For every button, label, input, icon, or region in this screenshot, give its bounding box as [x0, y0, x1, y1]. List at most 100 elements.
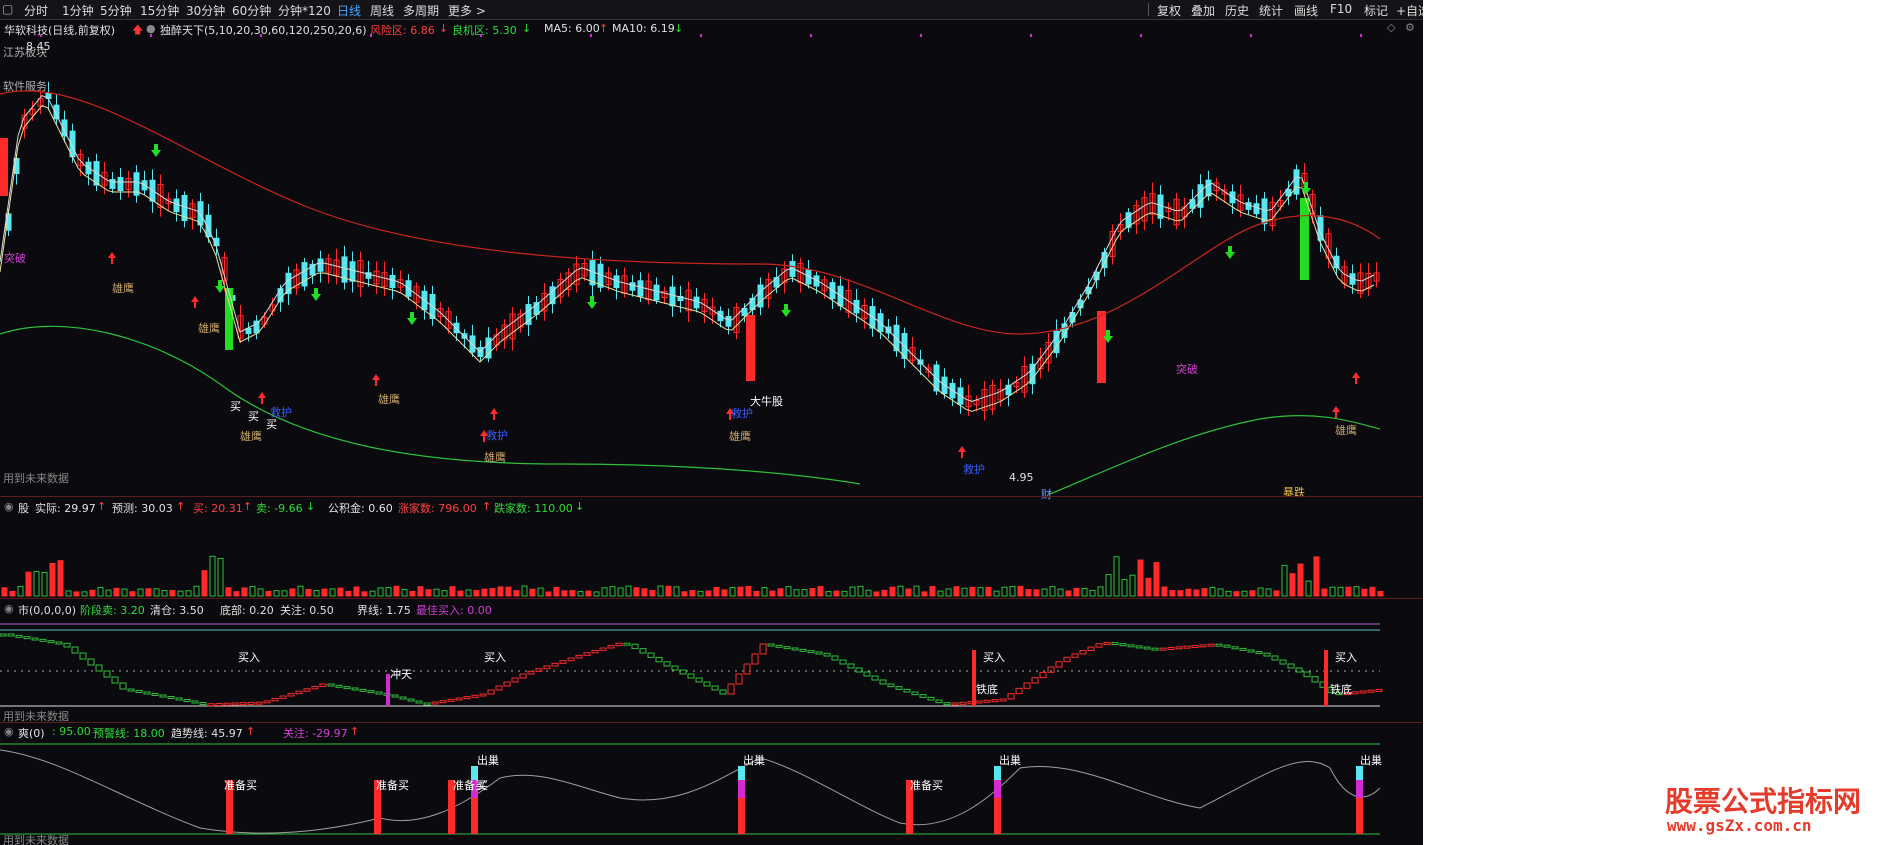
history-button[interactable]: 历史: [1225, 2, 1249, 19]
panel-toggle-icon[interactable]: ◉: [4, 725, 14, 738]
tab-60min[interactable]: 60分钟: [232, 2, 271, 19]
volume-bar: [177, 590, 184, 597]
volume-bar: [889, 586, 896, 597]
overlay-button[interactable]: 叠加: [1191, 2, 1215, 19]
step-box: [351, 687, 359, 691]
buy-in-label: 买入: [1335, 651, 1357, 664]
volume-bar: [545, 591, 552, 597]
volume-bar: [929, 586, 936, 597]
step-box: [727, 683, 735, 695]
tab-15min[interactable]: 15分钟: [140, 2, 179, 19]
signal-bar: [746, 315, 755, 381]
volume-bar: [201, 570, 208, 597]
tab-daily[interactable]: 日线: [337, 2, 361, 19]
volume-bar: [1001, 586, 1008, 597]
candle-body: [317, 258, 324, 272]
panel-toggle-icon[interactable]: ◉: [4, 500, 14, 513]
up-arrow-icon: [258, 392, 266, 404]
settings-gear-icon[interactable]: ⚙: [1405, 21, 1415, 34]
candle-body: [1205, 179, 1212, 197]
attention-arrow: ↑: [350, 725, 360, 738]
up-arrow-icon: [1332, 406, 1340, 418]
collapse-icon[interactable]: ◇: [1387, 21, 1395, 34]
add-watchlist-button[interactable]: +自选: [1396, 2, 1423, 19]
panel-divider: [0, 722, 1423, 723]
buy-in-label: 买入: [238, 651, 260, 664]
volume-bar: [57, 560, 64, 597]
tick-mark: [1030, 34, 1032, 37]
step-box: [71, 646, 79, 654]
tab-30min[interactable]: 30分钟: [186, 2, 225, 19]
step-box: [815, 651, 823, 655]
signal-cap: [994, 780, 1001, 798]
breakout-label: 突破: [1176, 363, 1198, 376]
volume-bar: [681, 591, 688, 597]
eagle-label: 雄鹰: [378, 393, 400, 406]
volume-bar: [1009, 586, 1016, 597]
step-box: [1063, 656, 1071, 663]
band-oscillator-chart[interactable]: [0, 738, 1423, 845]
candle-body: [669, 286, 676, 307]
step-box: [343, 686, 351, 690]
volume-bar: [785, 586, 792, 597]
tick-mark: [920, 34, 922, 37]
step-box: [927, 696, 935, 701]
step-box: [127, 688, 135, 692]
step-box: [1215, 643, 1223, 647]
step-box: [871, 675, 879, 681]
step-box: [1047, 666, 1055, 673]
step-box: [1263, 652, 1271, 657]
volume-bar: [1273, 590, 1280, 597]
eagle-label: 雄鹰: [240, 430, 262, 443]
volume-histogram[interactable]: [0, 514, 1423, 598]
mark-button[interactable]: 标记: [1364, 2, 1388, 19]
step-box: [1039, 671, 1047, 679]
volume-bar: [833, 590, 840, 597]
volume-bar: [841, 590, 848, 597]
volume-bar: [1169, 590, 1176, 597]
tick-mark: [480, 34, 482, 37]
step-box: [1095, 643, 1103, 648]
volume-bar: [537, 587, 544, 597]
trend-arrow: ↑: [246, 725, 256, 738]
step-box: [471, 694, 479, 698]
volume-bar: [481, 588, 488, 597]
tab-intraday[interactable]: 分时: [24, 2, 48, 19]
signal-cap: [1356, 766, 1363, 780]
volume-bar: [737, 586, 744, 597]
volume-bar: [1233, 591, 1240, 597]
tab-weekly[interactable]: 周线: [370, 2, 394, 19]
step-box: [671, 665, 679, 671]
lower-band: [1049, 415, 1381, 495]
tab-more[interactable]: 更多 >: [448, 2, 486, 19]
tab-1min[interactable]: 1分钟: [62, 2, 94, 19]
volume-bar: [361, 591, 368, 597]
volume-bar: [1241, 590, 1248, 597]
step-box: [1007, 693, 1015, 700]
down-arrow-icon: [151, 144, 161, 157]
tab-5min[interactable]: 5分钟: [100, 2, 132, 19]
signal-bar: [1324, 650, 1328, 706]
draw-line-button[interactable]: 画线: [1294, 2, 1318, 19]
volume-bar: [1081, 587, 1088, 597]
candlestick-chart[interactable]: [0, 34, 1423, 496]
restore-right-button[interactable]: 复权: [1157, 2, 1181, 19]
menu-icon[interactable]: ▢: [2, 2, 13, 16]
volume-bar: [1033, 589, 1040, 597]
volume-bar: [9, 590, 16, 597]
stats-button[interactable]: 统计: [1259, 2, 1283, 19]
step-box: [751, 653, 759, 665]
step-box: [375, 691, 383, 695]
step-box: [279, 695, 287, 699]
band-value: : 95.00: [52, 725, 91, 738]
up-arrow-icon: [108, 252, 116, 264]
fall-count-arrow: ↓: [575, 500, 585, 513]
step-box: [951, 702, 959, 706]
step-box: [431, 701, 439, 705]
candle-body: [1253, 203, 1260, 215]
tab-120min[interactable]: 分钟*120: [278, 2, 331, 19]
market-step-chart[interactable]: [0, 614, 1423, 722]
volume-bar: [777, 588, 784, 597]
f10-button[interactable]: F10: [1330, 2, 1352, 16]
tab-multi-period[interactable]: 多周期: [403, 2, 439, 19]
